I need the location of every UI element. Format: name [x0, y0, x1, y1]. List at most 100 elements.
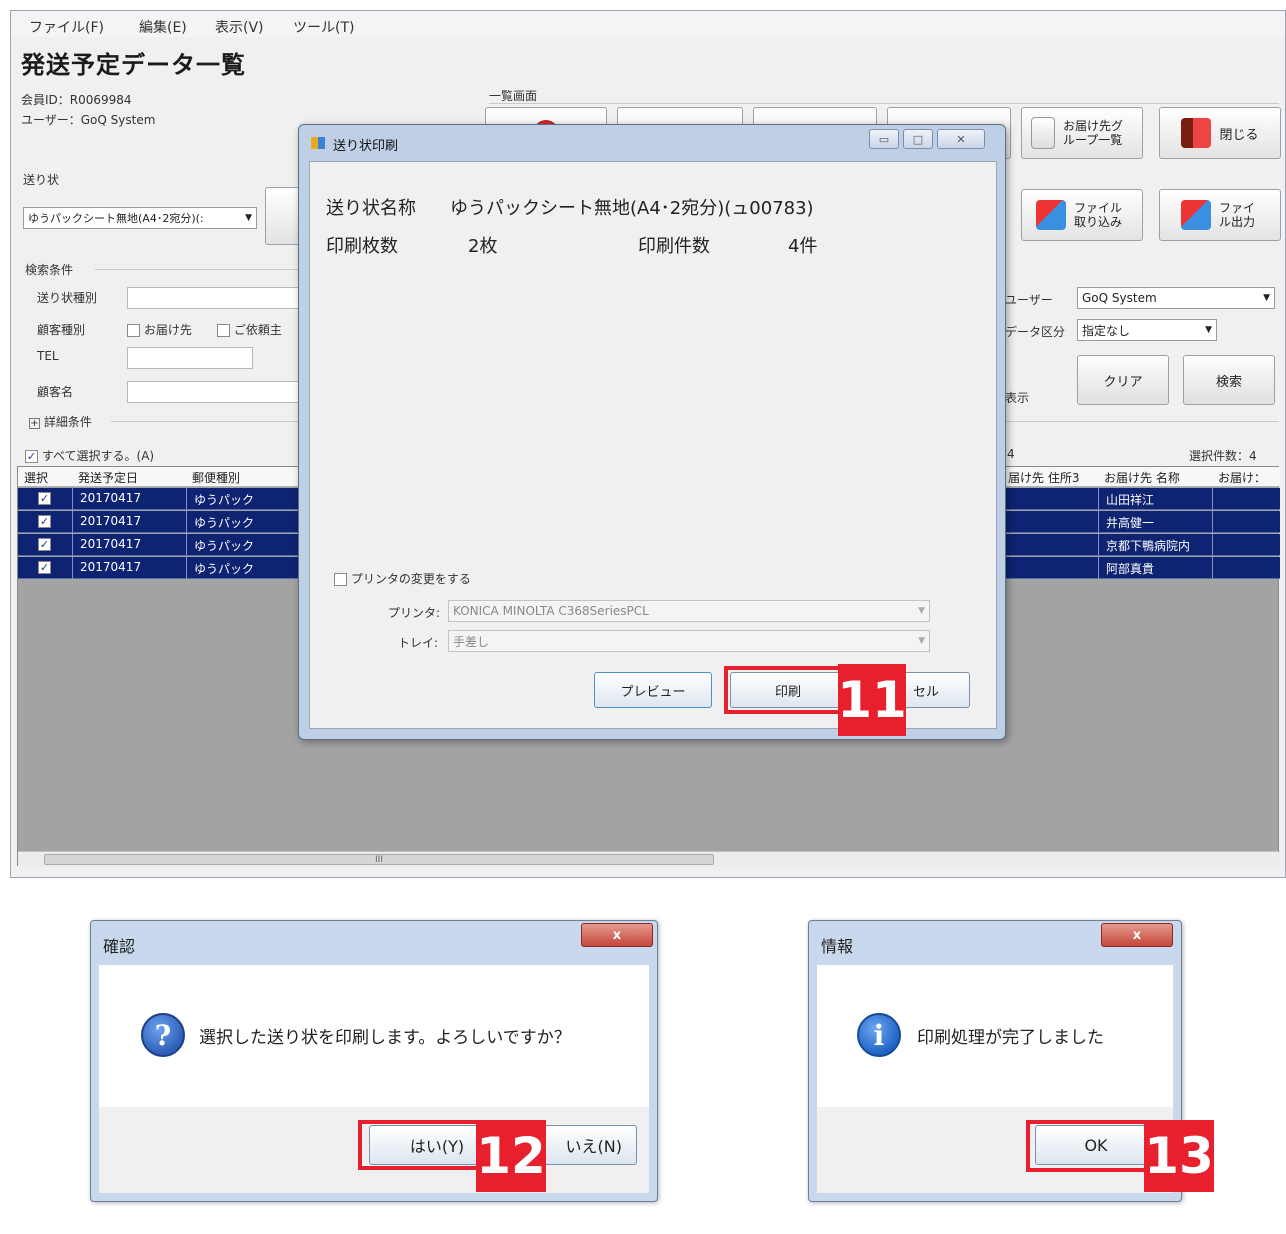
print-button-highlight	[724, 666, 842, 714]
clear-button[interactable]: クリア	[1077, 355, 1169, 405]
search-section-label: 検索条件	[25, 263, 74, 277]
data-category-label: データ区分	[1005, 325, 1066, 339]
page-title: 発送予定データ一覧	[21, 51, 246, 79]
user-label: ユーザー：GoQ System	[21, 113, 156, 127]
list-screen-label: 一覧画面	[489, 89, 538, 103]
close-icon[interactable]: ✕	[937, 129, 985, 149]
checkbox[interactable]: ✓	[38, 515, 51, 528]
file-import-button[interactable]: ファイル取り込み	[1021, 189, 1143, 241]
checkbox[interactable]	[334, 573, 347, 586]
invoice-select[interactable]: ゆうパックシート無地(A4･2宛分)(: ▼	[23, 207, 257, 229]
invoice-type-label: 送り状種別	[37, 291, 98, 305]
close-icon[interactable]: x	[581, 923, 653, 947]
print-dialog: 送り状印刷 ▭ □ ✕ 送り状名称 ゆうパックシート無地(A4･2宛分)(ュ00…	[298, 124, 1006, 740]
export-icon	[1181, 200, 1211, 230]
checkbox[interactable]: ✓	[38, 538, 51, 551]
post-type: ゆうパック	[194, 493, 255, 507]
recipient-name: 井高健一	[1106, 516, 1155, 530]
print-dialog-body: 送り状名称 ゆうパックシート無地(A4･2宛分)(ュ00783) 印刷枚数 2枚…	[309, 161, 997, 729]
horizontal-scrollbar[interactable]: III	[18, 851, 1280, 867]
tel-field[interactable]	[127, 347, 253, 369]
search-button[interactable]: 検索	[1183, 355, 1275, 405]
close-window-button[interactable]: 閉じる	[1159, 107, 1281, 159]
confirm-message: 選択した送り状を印刷します。よろしいですか？	[199, 1028, 571, 1048]
checkbox[interactable]	[127, 324, 140, 337]
column-header[interactable]: 郵便種別	[192, 469, 240, 486]
member-id: 会員ID：R0069984	[21, 93, 132, 107]
column-header[interactable]: 発送予定日	[78, 469, 138, 486]
menu-edit[interactable]: 編集(E)	[139, 17, 187, 37]
group-list-button[interactable]: お届け先グループ一覧	[1021, 107, 1143, 159]
copies-value: 2枚	[468, 236, 498, 257]
info-dialog-title: 情報	[821, 937, 854, 956]
recipient-name: 京都下鴨病院内	[1106, 539, 1191, 553]
printer-label: プリンタ:	[388, 606, 441, 620]
chevron-down-icon: ▼	[1205, 325, 1212, 335]
tel-label: TEL	[37, 349, 59, 363]
post-type: ゆうパック	[194, 539, 255, 553]
change-printer-checkbox[interactable]: プリンタの変更をする	[334, 570, 471, 587]
tray-select[interactable]: 手差し ▼	[448, 630, 930, 652]
confirm-dialog-body: ? 選択した送り状を印刷します。よろしいですか？	[99, 965, 649, 1107]
chevron-down-icon: ▼	[918, 636, 925, 646]
menu-file[interactable]: ファイル(F)	[29, 17, 104, 37]
customer-type-sender[interactable]: ご依頼主	[217, 321, 282, 338]
preview-button[interactable]: プレビュー	[594, 672, 712, 708]
recipient-name: 山田祥江	[1106, 493, 1155, 507]
invoice-name-label: 送り状名称	[326, 198, 416, 219]
tray-label: トレイ:	[398, 636, 439, 650]
column-header[interactable]: 届け先 住所3	[1008, 469, 1079, 486]
file-export-button[interactable]: ファイル出力	[1159, 189, 1281, 241]
data-category-select[interactable]: 指定なし ▼	[1077, 319, 1217, 341]
customer-type-label: 顧客種別	[37, 323, 86, 337]
display-label: 表示	[1005, 391, 1030, 405]
chevron-down-icon: ▼	[245, 213, 252, 223]
user-select[interactable]: GoQ System ▼	[1077, 287, 1275, 309]
chevron-down-icon: ▼	[1263, 293, 1270, 303]
selected-count: 選択件数：4	[1189, 449, 1257, 463]
copies-label: 印刷枚数	[326, 236, 398, 257]
info-dialog-body: i 印刷処理が完了しました	[817, 965, 1173, 1107]
chevron-down-icon: ▼	[918, 606, 925, 616]
invoice-section-label: 送り状	[23, 173, 60, 187]
detail-conditions-toggle[interactable]: + 詳細条件	[29, 413, 92, 430]
app-icon	[311, 137, 325, 149]
checkbox[interactable]: ✓	[38, 492, 51, 505]
scrollbar-thumb[interactable]: III	[44, 854, 714, 865]
step-marker-12: 12	[476, 1120, 546, 1192]
expand-icon[interactable]: +	[29, 418, 40, 429]
toolbar-divider	[489, 103, 1279, 104]
column-header[interactable]: 選択	[24, 469, 48, 486]
ship-date: 20170417	[80, 537, 142, 551]
checkbox[interactable]	[217, 324, 230, 337]
step-marker-13: 13	[1144, 1120, 1214, 1192]
import-icon	[1036, 200, 1066, 230]
ship-date: 20170417	[80, 514, 142, 528]
user-filter-label: ユーザー	[1005, 293, 1053, 307]
minimize-icon[interactable]: ▭	[869, 129, 899, 149]
info-message: 印刷処理が完了しました	[917, 1028, 1104, 1048]
question-icon: ?	[141, 1013, 185, 1057]
ok-button-highlight	[1026, 1120, 1148, 1172]
confirm-dialog-title: 確認	[103, 937, 136, 956]
select-all-checkbox[interactable]: ✓ すべて選択する。(A)	[25, 447, 154, 464]
invoice-name-value: ゆうパックシート無地(A4･2宛分)(ュ00783)	[450, 198, 814, 219]
printer-select[interactable]: KONICA MINOLTA C368SeriesPCL ▼	[448, 600, 930, 622]
close-icon[interactable]: x	[1101, 923, 1173, 947]
exit-door-icon	[1181, 118, 1212, 148]
checkbox[interactable]: ✓	[25, 450, 38, 463]
menu-view[interactable]: 表示(V)	[215, 17, 264, 37]
customer-name-field[interactable]	[127, 381, 307, 403]
column-header[interactable]: お届け先 名称	[1104, 469, 1180, 486]
invoice-type-field[interactable]	[127, 287, 307, 309]
print-dialog-title: 送り状印刷	[333, 139, 399, 154]
print-count-value: 4件	[788, 236, 818, 257]
maximize-icon[interactable]: □	[903, 129, 933, 149]
column-header[interactable]: お届け：	[1218, 469, 1266, 486]
menu-tools[interactable]: ツール(T)	[293, 17, 354, 37]
count-fragment: 4	[1007, 447, 1015, 461]
checkbox[interactable]: ✓	[38, 561, 51, 574]
step-marker-11: 11	[837, 664, 907, 736]
customer-type-recipient[interactable]: お届け先	[127, 321, 192, 338]
post-type: ゆうパック	[194, 562, 255, 576]
